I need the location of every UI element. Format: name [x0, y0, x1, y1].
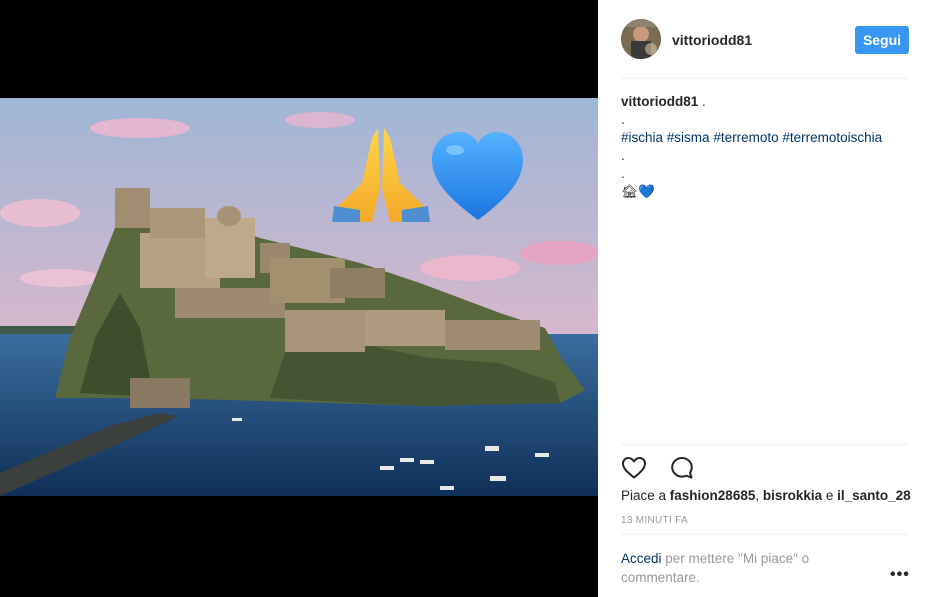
hashtag-link[interactable]: #ischia: [621, 130, 663, 145]
avatar[interactable]: [621, 19, 661, 59]
comment-icon[interactable]: [670, 456, 694, 485]
caption-hashtags: #ischia #sisma #terremoto #terremotoisch…: [621, 129, 911, 147]
liker-username[interactable]: fashion28685: [670, 488, 756, 503]
caption-dot-line: .: [621, 166, 625, 181]
more-options-icon[interactable]: •••: [890, 566, 910, 584]
actions-divider: [621, 444, 909, 445]
post-sidebar: vittoriodd81 Segui vittoriodd81 . . #isc…: [598, 0, 927, 597]
hashtag-link[interactable]: #sisma: [667, 130, 710, 145]
heart-icon[interactable]: [621, 456, 647, 485]
hashtag-link[interactable]: #terremotoischia: [782, 130, 882, 145]
post-media[interactable]: [0, 0, 598, 597]
likes-prefix: Piace a: [621, 488, 667, 503]
hashtag-link[interactable]: #terremoto: [713, 130, 778, 145]
caption-text: .: [698, 94, 706, 109]
liker-username[interactable]: il_santo_28: [837, 488, 911, 503]
post-caption: vittoriodd81 . . #ischia #sisma #terremo…: [621, 93, 911, 201]
avatar-image: [621, 19, 661, 59]
header-divider: [621, 78, 909, 79]
likes-line: Piace a fashion28685, bisrokkia e il_san…: [621, 488, 911, 503]
header-username[interactable]: vittoriodd81: [672, 32, 752, 48]
caption-emoji: 🏚💙: [621, 184, 655, 199]
login-prompt: Accedi per mettere "Mi piace" o commenta…: [621, 549, 851, 587]
footer-divider: [621, 534, 909, 535]
post-header: vittoriodd81 Segui: [598, 0, 927, 78]
likes-separator: ,: [755, 488, 763, 503]
castle-photo: [0, 98, 598, 496]
caption-dot-line: .: [621, 148, 625, 163]
post-timestamp[interactable]: 13 MINUTI FA: [621, 515, 688, 526]
likes-separator: e: [822, 488, 838, 503]
caption-username[interactable]: vittoriodd81: [621, 94, 698, 109]
post-photo[interactable]: [0, 98, 598, 496]
login-link[interactable]: Accedi: [621, 551, 662, 566]
caption-dot-line: .: [621, 112, 625, 127]
post-modal: vittoriodd81 Segui vittoriodd81 . . #isc…: [0, 0, 927, 597]
liker-username[interactable]: bisrokkia: [763, 488, 822, 503]
post-actions: [621, 456, 694, 482]
follow-button[interactable]: Segui: [855, 26, 909, 54]
